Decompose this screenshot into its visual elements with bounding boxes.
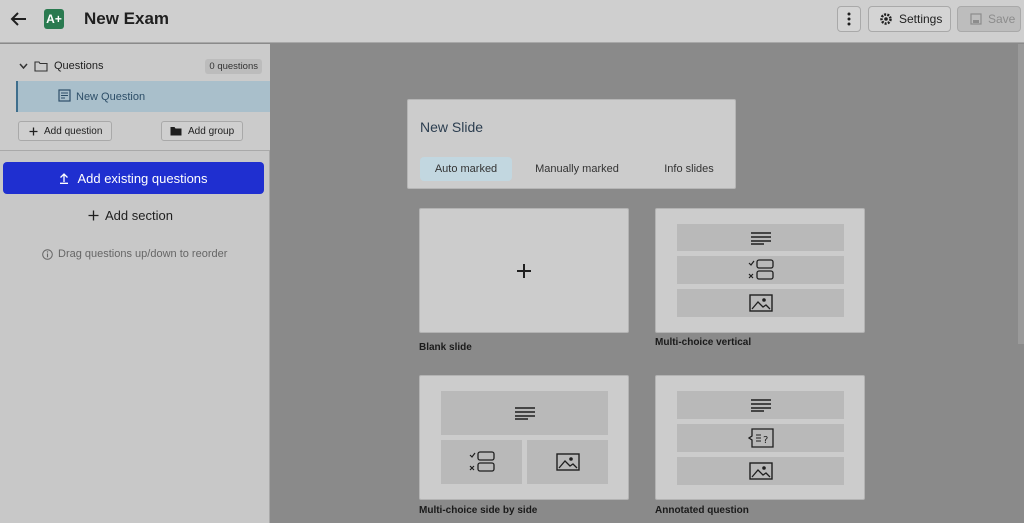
plus-icon	[29, 127, 38, 135]
page-title: New Exam	[84, 9, 170, 28]
template-slot-image	[677, 289, 844, 317]
add-question-button[interactable]: Add question	[18, 121, 112, 141]
add-group-label: Add group	[188, 125, 235, 137]
info-icon	[42, 248, 53, 260]
question-tree: Questions 0 questions New Question Add q…	[0, 44, 270, 151]
image-icon	[748, 462, 773, 480]
folder-filled-icon	[170, 127, 182, 136]
template-card-blank-slide[interactable]	[419, 208, 629, 333]
lines-icon	[750, 399, 771, 412]
template-slot-text	[677, 224, 844, 251]
add-question-label: Add question	[44, 125, 103, 137]
add-existing-label: Add existing questions	[77, 170, 208, 186]
add-section-button[interactable]: Add section	[88, 205, 173, 225]
template-label-multi-choice-vertical: Multi-choice vertical	[655, 337, 752, 348]
save-button[interactable]: Save	[957, 6, 1021, 32]
tree-item-label: New Question	[76, 90, 146, 103]
app-header: A+ New Exam Settings Save	[0, 0, 1024, 43]
settings-button[interactable]: Settings	[868, 6, 951, 32]
tab-auto-marked[interactable]: Auto marked	[420, 157, 512, 181]
save-label: Save	[988, 12, 1016, 26]
question-count-badge: 0 questions	[205, 59, 262, 74]
scrollbar[interactable]	[1018, 44, 1024, 344]
plus-icon	[88, 210, 99, 220]
new-slide-panel: New Slide Auto marked Manually marked In…	[407, 99, 736, 189]
plus-icon	[517, 264, 531, 278]
template-card-annotated-question[interactable]: ?	[655, 375, 865, 500]
arrow-left-icon	[10, 12, 26, 26]
upload-icon	[60, 172, 69, 184]
settings-label: Settings	[899, 12, 943, 26]
template-label-multi-choice-side-by-side: Multi-choice side by side	[419, 505, 538, 516]
document-icon	[58, 89, 71, 105]
add-group-button[interactable]: Add group	[161, 121, 243, 141]
hint-text: Drag questions up/down to reorder	[58, 248, 228, 260]
template-slot-text	[677, 391, 844, 419]
folder-icon	[34, 60, 48, 72]
gear-icon	[880, 13, 892, 25]
template-label-annotated-question: Annotated question	[655, 505, 749, 516]
more-options-button[interactable]	[837, 6, 861, 32]
chevron-down-icon[interactable]	[16, 63, 30, 69]
add-section-label: Add section	[105, 207, 173, 223]
template-label-blank-slide: Blank slide	[419, 342, 472, 353]
sidebar: Questions 0 questions New Question Add q…	[0, 44, 270, 523]
template-slot-image	[527, 440, 608, 484]
add-existing-questions-button[interactable]: Add existing questions	[3, 162, 264, 194]
group-label: Questions	[54, 60, 104, 72]
svg-text:?: ?	[763, 435, 768, 446]
image-icon	[555, 453, 580, 471]
tab-manually-marked[interactable]: Manually marked	[526, 157, 628, 181]
tab-info-slides[interactable]: Info slides	[646, 157, 732, 181]
template-slot-choices	[441, 440, 522, 484]
tree-item-new-question[interactable]: New Question	[16, 81, 270, 112]
lines-icon	[750, 231, 771, 245]
lines-icon	[514, 407, 535, 420]
template-slot-image	[677, 457, 844, 485]
save-icon	[970, 13, 982, 25]
checklist-icon	[469, 451, 495, 472]
template-slot-text	[441, 391, 608, 435]
kebab-icon	[847, 12, 851, 26]
template-card-multi-choice-vertical[interactable]	[655, 208, 865, 333]
image-icon	[748, 294, 773, 312]
tree-group-questions[interactable]: Questions 0 questions	[16, 56, 266, 76]
reorder-hint: Drag questions up/down to reorder	[42, 248, 227, 260]
checklist-icon	[748, 259, 774, 280]
question-bubble-icon: ?	[747, 428, 774, 448]
panel-title: New Slide	[420, 119, 484, 135]
template-card-multi-choice-side-by-side[interactable]	[419, 375, 629, 500]
back-button[interactable]	[8, 8, 30, 30]
template-slot-choices	[677, 256, 844, 284]
app-logo: A+	[44, 9, 64, 29]
template-slot-annotation: ?	[677, 424, 844, 452]
